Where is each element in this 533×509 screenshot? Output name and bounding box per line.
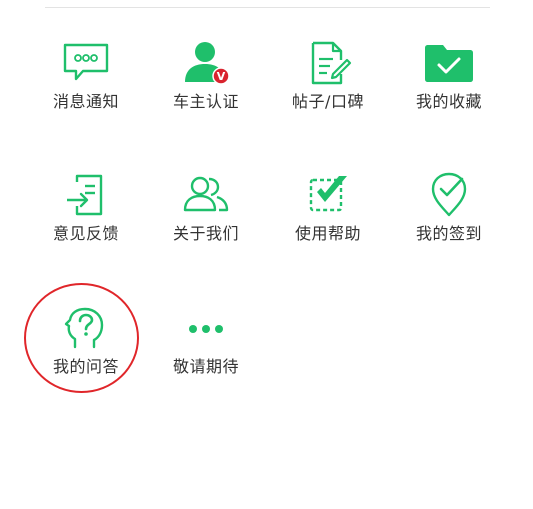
menu-item-label: 消息通知 (52, 92, 119, 111)
menu-item-feedback[interactable]: 意见反馈 (26, 170, 146, 260)
menu-item-label: 我的收藏 (415, 92, 482, 111)
menu-item-favorites[interactable]: 我的收藏 (389, 38, 509, 128)
users-icon (146, 170, 266, 220)
menu-item-coming-soon[interactable]: 敬请期待 (146, 303, 266, 393)
menu-item-label: 敬请期待 (172, 357, 239, 376)
menu-item-my-qa[interactable]: 我的问答 (26, 303, 146, 393)
folder-check-icon (389, 38, 509, 88)
menu-item-label: 我的签到 (415, 224, 482, 243)
menu-item-checkin[interactable]: 我的签到 (389, 170, 509, 260)
message-bubble-icon (26, 38, 146, 88)
menu-item-car-owner-verify[interactable]: V 车主认证 (146, 38, 266, 128)
question-head-icon (26, 303, 146, 353)
menu-item-about-us[interactable]: 关于我们 (146, 170, 266, 260)
feedback-login-icon (26, 170, 146, 220)
help-checkbox-icon (268, 170, 388, 220)
menu-item-posts-reviews[interactable]: 帖子/口碑 (268, 38, 388, 128)
menu-item-help[interactable]: 使用帮助 (268, 170, 388, 260)
menu-item-label: 意见反馈 (52, 224, 119, 243)
menu-item-label: 车主认证 (172, 92, 239, 111)
menu-item-messages[interactable]: 消息通知 (26, 38, 146, 128)
menu-item-label: 帖子/口碑 (292, 92, 364, 111)
car-owner-verify-icon: V (146, 38, 266, 88)
checkin-pin-icon (389, 170, 509, 220)
document-edit-icon (268, 38, 388, 88)
verify-badge-text: V (217, 70, 226, 83)
more-dots-icon (146, 303, 266, 353)
menu-item-label: 使用帮助 (294, 224, 361, 243)
top-divider (45, 7, 490, 8)
profile-menu-screen: 消息通知 V 车主认证 帖子/口碑 我的收藏 意见反馈 关于我们 使用帮助 我的… (0, 0, 533, 509)
menu-item-label: 关于我们 (172, 224, 239, 243)
menu-item-label: 我的问答 (52, 357, 119, 376)
